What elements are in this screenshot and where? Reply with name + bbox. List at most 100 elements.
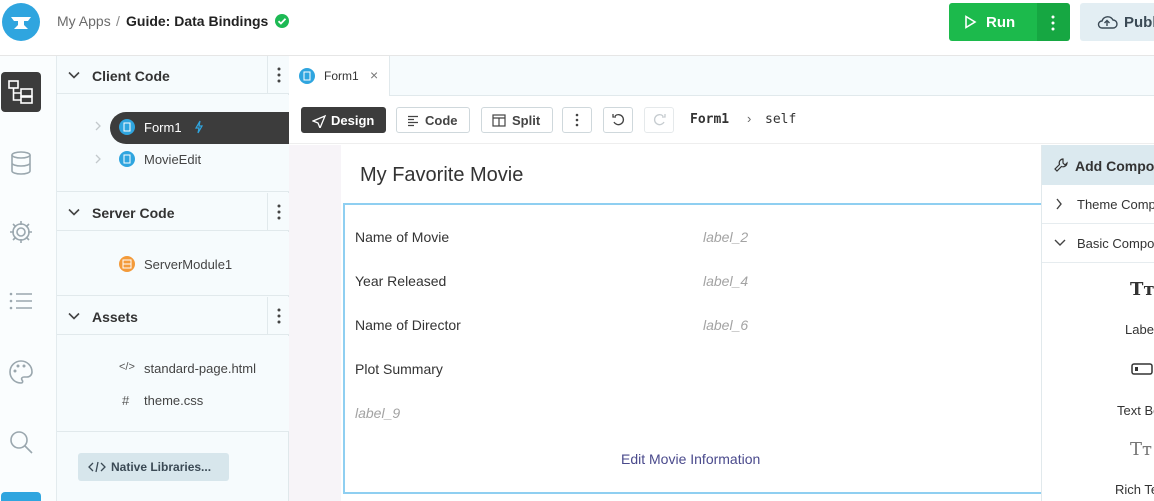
run-button-label: Run [986,14,1016,31]
undo-icon [612,114,624,126]
run-options-button[interactable] [1037,3,1070,41]
assets-header[interactable]: Assets [57,297,289,335]
server-module-icon [119,256,135,272]
form-card[interactable]: Name of Movie label_2 Year Released labe… [343,203,1043,494]
field-value-summary[interactable]: label_9 [355,405,400,421]
path-self[interactable]: self [765,112,796,127]
rail-item-app-browser[interactable] [1,72,41,112]
edit-movie-button[interactable]: Edit Movie Information [621,451,760,467]
component-label[interactable]: Tт Label [1042,269,1154,345]
kebab-icon [277,204,281,220]
chevron-right-icon [1056,198,1062,210]
close-icon[interactable]: × [370,67,378,83]
publish-button[interactable]: Publish [1080,3,1154,41]
toolbox-title: Add Components [1075,158,1154,174]
code-icon: </> [119,361,135,373]
rich-text-component-icon: Tт [1130,439,1152,460]
tree-item-theme-css[interactable]: # theme.css [110,385,289,413]
component-rich-text[interactable]: Tт Rich Text [1042,431,1154,501]
rail-item-partial[interactable] [1,492,41,501]
field-label-director[interactable]: Name of Director [355,317,461,333]
field-label-year[interactable]: Year Released [355,273,446,289]
redo-icon [654,114,666,126]
toolbox-panel: Add Components Theme Components Basic Co… [1041,145,1154,501]
tree-item-label: theme.css [144,393,204,408]
code-view-button[interactable]: Code [396,107,470,133]
client-code-menu-button[interactable] [267,56,289,94]
sidebar-rail [0,56,57,501]
toolbox-section-basic[interactable]: Basic Components [1042,224,1154,263]
play-icon [965,15,977,29]
form-icon [119,151,135,167]
settings-icon [10,221,32,243]
tree-item-label: standard-page.html [144,361,257,376]
field-label-summary[interactable]: Plot Summary [355,361,443,377]
startup-bolt-icon[interactable] [194,120,204,134]
assets-title: Assets [92,309,138,325]
chevron-down-icon [1054,239,1066,246]
saved-check-icon [275,14,289,28]
split-view-button[interactable]: Split [481,107,553,133]
rail-item-theme[interactable] [8,359,34,385]
code-view-label: Code [425,113,458,128]
chevron-right-icon[interactable] [94,154,102,164]
redo-button[interactable] [644,107,674,133]
kebab-icon [277,308,281,324]
anvil-logo[interactable] [2,3,40,41]
design-button[interactable]: Design [301,107,386,133]
component-textbox[interactable]: Text Box [1042,350,1154,426]
chevron-down-icon [68,71,80,79]
kebab-icon [575,113,579,127]
native-libraries-button[interactable]: Native Libraries... [78,453,229,481]
rail-item-data[interactable] [8,150,34,176]
textbox-component-icon [1131,363,1153,375]
anvil-logo-icon [11,17,31,29]
assets-menu-button[interactable] [267,297,289,335]
form-title[interactable]: My Favorite Movie [360,164,523,187]
native-libraries-label: Native Libraries... [111,460,212,474]
tree-item-label: Form1 [144,120,182,135]
tree-item-form1[interactable]: Form1 [110,112,289,144]
tree-item-standard-page[interactable]: </> standard-page.html [110,353,289,381]
path-separator: › [747,111,752,126]
app-browser-icon [8,80,33,104]
chevron-right-icon[interactable] [94,121,102,131]
server-code-header[interactable]: Server Code [57,193,289,231]
form-icon [299,68,315,84]
more-options-button[interactable] [562,107,592,133]
list-icon [9,292,32,310]
tree-item-movieedit[interactable]: MovieEdit [110,144,289,172]
tree-item-label: ServerModule1 [144,257,233,272]
tree-item-label: MovieEdit [144,152,202,167]
breadcrumb-my-apps[interactable]: My Apps [57,13,111,29]
app-explorer: Client Code Form1 MovieEdit Server Code [57,56,289,501]
path-form-name[interactable]: Form1 [690,112,729,127]
breadcrumb-separator: / [116,13,120,29]
kebab-icon [277,67,281,83]
field-value-director[interactable]: label_6 [703,317,748,333]
rail-item-settings[interactable] [8,219,34,245]
publish-button-label: Publish [1124,14,1154,31]
field-label-movie[interactable]: Name of Movie [355,229,449,245]
database-icon [11,151,31,175]
palette-icon [9,360,33,384]
client-code-header[interactable]: Client Code [57,56,289,94]
run-button[interactable]: Run [949,3,1037,41]
field-value-year[interactable]: label_4 [703,273,748,289]
toolbox-section-theme[interactable]: Theme Components [1042,185,1154,224]
server-code-menu-button[interactable] [267,193,289,231]
app-name[interactable]: Guide: Data Bindings [126,13,268,29]
undo-button[interactable] [603,107,633,133]
field-value-movie[interactable]: label_2 [703,229,748,245]
client-code-title: Client Code [92,68,170,84]
server-code-title: Server Code [92,205,175,221]
split-view-label: Split [512,113,541,128]
toolbox-section-label: Basic Components [1077,236,1154,251]
editor-tab-bar: Form1 × [289,56,1154,96]
rail-item-list[interactable] [8,288,34,314]
design-canvas: My Favorite Movie Name of Movie label_2 … [289,145,1043,501]
chevron-down-icon [68,208,80,216]
tree-item-servermodule1[interactable]: ServerModule1 [110,249,289,277]
tab-form1[interactable]: Form1 × [289,56,390,96]
rail-item-search[interactable] [8,429,34,455]
